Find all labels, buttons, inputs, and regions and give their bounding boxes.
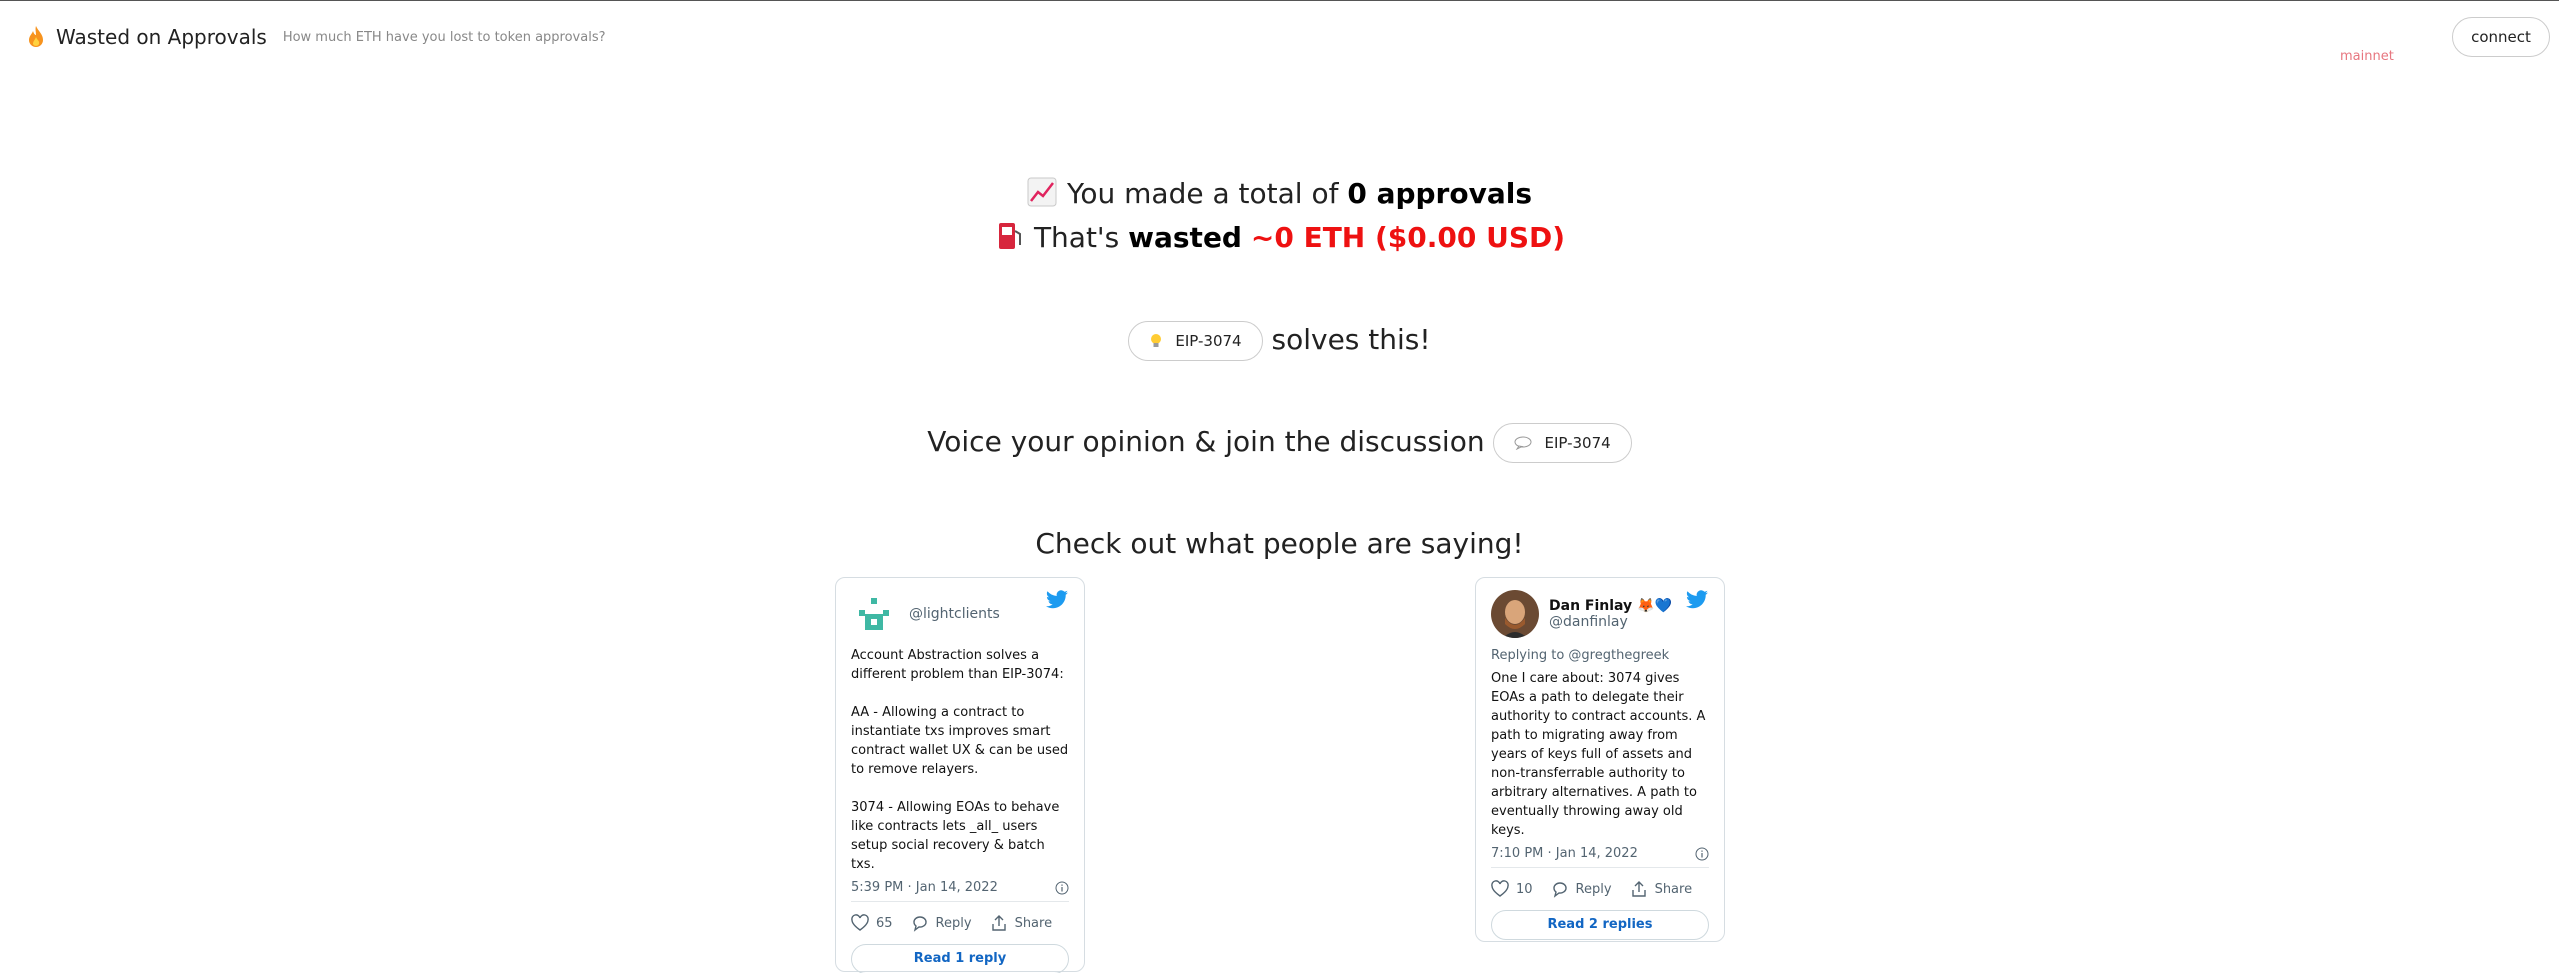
reply-label: Reply	[935, 915, 972, 931]
like-button[interactable]: 65	[851, 914, 893, 932]
reply-icon	[912, 916, 927, 932]
reply-label: Reply	[1575, 881, 1612, 897]
site-header: Wasted on Approvals How much ETH have yo…	[26, 25, 606, 49]
twitter-bird-icon[interactable]	[1685, 590, 1709, 610]
tweet-handle[interactable]: @lightclients	[909, 606, 1000, 622]
connect-wallet-button[interactable]: connect	[2452, 17, 2550, 57]
tweet-text: One I care about: 3074 gives EOAs a path…	[1491, 671, 1706, 838]
tweet-body: Account Abstraction solves a different p…	[851, 646, 1069, 874]
wasted-word: wasted	[1128, 221, 1242, 254]
info-icon[interactable]	[1055, 881, 1069, 895]
tweet-card[interactable]: Dan Finlay 🦊💙 @danfinlay Replying to @gr…	[1475, 577, 1725, 942]
speech-bubble-icon	[1514, 436, 1532, 450]
tweet-card[interactable]: @lightclients Account Abstraction solves…	[835, 577, 1085, 973]
reply-button[interactable]: Reply	[1551, 880, 1612, 898]
like-count: 65	[876, 915, 893, 931]
wasted-line: That's wasted ~0 ETH ($0.00 USD)	[0, 221, 2559, 254]
tweet-actions: 65 Reply Share	[851, 914, 1069, 932]
tweet-display-name: Dan Finlay 🦊💙	[1549, 598, 1672, 614]
wasted-prefix: That's	[1033, 221, 1120, 254]
voice-text: Voice your opinion & join the discussion	[927, 425, 1485, 458]
approvals-total-line: You made a total of 0 approvals	[0, 177, 2559, 210]
solves-row: EIP-3074 solves this!	[0, 321, 2559, 361]
eip-3074-link-pill[interactable]: EIP-3074	[1128, 321, 1263, 361]
reply-button[interactable]: Reply	[911, 914, 972, 932]
site-title: Wasted on Approvals	[56, 25, 267, 49]
approvals-prefix: You made a total of	[1066, 177, 1339, 210]
discussion-pill-label: EIP-3074	[1544, 434, 1611, 452]
info-icon[interactable]	[1695, 847, 1709, 861]
section-heading: Check out what people are saying!	[1035, 527, 1524, 560]
like-count: 10	[1516, 881, 1533, 897]
share-button[interactable]: Share	[990, 914, 1053, 932]
tweet-handle[interactable]: @danfinlay	[1549, 614, 1672, 630]
reply-icon	[1552, 882, 1567, 898]
share-icon	[991, 915, 1006, 931]
lightbulb-icon	[1151, 334, 1162, 347]
tweet-header: Dan Finlay 🦊💙 @danfinlay	[1491, 578, 1709, 640]
read-replies-button[interactable]: Read 2 replies	[1491, 910, 1709, 940]
share-button[interactable]: Share	[1630, 880, 1693, 898]
read-replies-button[interactable]: Read 1 reply	[851, 944, 1069, 973]
network-indicator: mainnet	[2340, 49, 2394, 64]
wasted-amount: ~0 ETH ($0.00 USD)	[1250, 221, 1566, 254]
chart-increasing-icon	[1027, 177, 1057, 207]
eip-3074-discussion-pill[interactable]: EIP-3074	[1493, 423, 1632, 463]
tweet-actions: 10 Reply Share	[1491, 880, 1709, 898]
tweet-header: @lightclients	[851, 578, 1069, 640]
tweet-timestamp[interactable]: 5:39 PM · Jan 14, 2022	[851, 880, 998, 895]
share-icon	[1631, 881, 1646, 897]
discussion-row: Voice your opinion & join the discussion…	[0, 423, 2559, 463]
approvals-count: 0 approvals	[1347, 177, 1533, 210]
share-label: Share	[1654, 881, 1693, 897]
twitter-bird-icon[interactable]	[1045, 590, 1069, 610]
avatar[interactable]	[1491, 590, 1539, 638]
flame-icon	[29, 26, 43, 47]
eip-pill-label: EIP-3074	[1175, 332, 1242, 350]
share-label: Share	[1014, 915, 1053, 931]
replying-to[interactable]: Replying to @gregthegreek	[1491, 648, 1709, 663]
solves-text: solves this!	[1271, 323, 1431, 356]
heart-icon	[1491, 880, 1509, 897]
like-button[interactable]: 10	[1491, 880, 1533, 898]
fuel-pump-icon	[998, 223, 1021, 249]
avatar[interactable]	[851, 590, 899, 638]
site-tagline: How much ETH have you lost to token appr…	[282, 29, 606, 45]
tweet-timestamp-row: 7:10 PM · Jan 14, 2022	[1491, 846, 1709, 868]
tweet-text: Account Abstraction solves a different p…	[851, 648, 1069, 872]
heart-icon	[851, 914, 869, 931]
tweet-timestamp[interactable]: 7:10 PM · Jan 14, 2022	[1491, 846, 1638, 861]
tweet-timestamp-row: 5:39 PM · Jan 14, 2022	[851, 880, 1069, 902]
tweet-body: One I care about: 3074 gives EOAs a path…	[1491, 669, 1709, 840]
